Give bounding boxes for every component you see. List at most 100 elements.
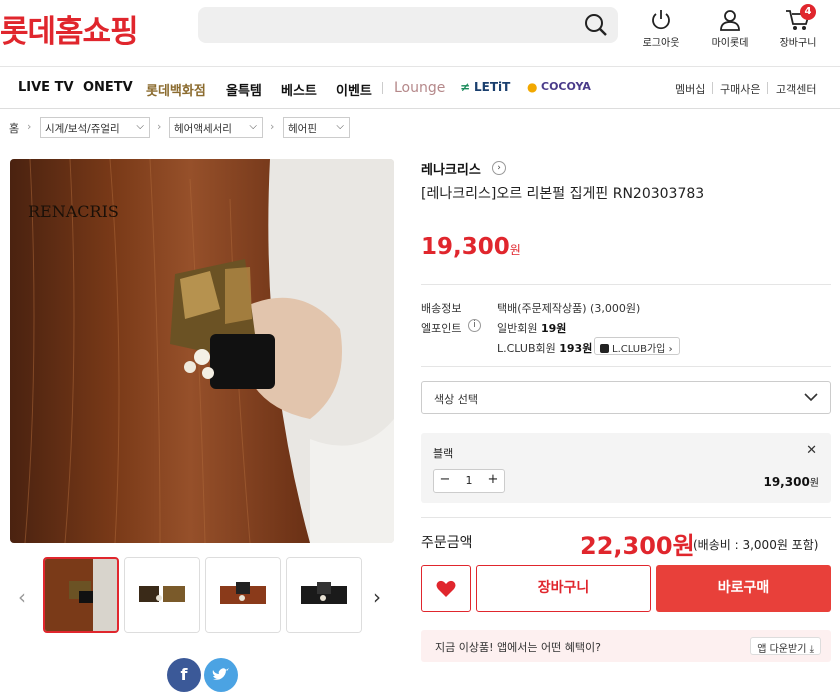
- divider: [421, 366, 831, 367]
- points-general-label: 일반회원: [497, 322, 538, 335]
- main-nav: LIVE TV ONETV 롯데백화점 올특템 베스트 이벤트 Lounge L…: [0, 66, 840, 109]
- product-main-image[interactable]: RENACRIS: [10, 159, 394, 543]
- breadcrumb-home[interactable]: 홈: [9, 120, 19, 136]
- breadcrumb-category-2[interactable]: 헤어액세서리 ⌵: [169, 117, 263, 138]
- chevron-down-icon: ⌵: [249, 121, 257, 132]
- product-price: 19,300원: [421, 234, 521, 260]
- bird-icon: [212, 668, 229, 680]
- quantity-stepper[interactable]: − 1 +: [433, 469, 505, 493]
- option-price-value: 19,300: [763, 475, 810, 489]
- close-icon[interactable]: ✕: [806, 443, 817, 458]
- mylotte-button[interactable]: 마이롯데: [700, 8, 760, 49]
- color-select[interactable]: 색상 선택: [421, 381, 831, 414]
- shipping-label: 배송정보: [421, 302, 462, 315]
- app-promo-banner: 지금 이상품! 앱에서는 어떤 혜택이? 앱 다운받기 ⤓: [421, 630, 831, 662]
- search-input[interactable]: [198, 7, 618, 43]
- option-name: 블랙: [433, 447, 454, 460]
- search-icon[interactable]: [584, 13, 608, 37]
- chevron-right-icon: ›: [27, 120, 32, 133]
- breadcrumb-label: 시계/보석/쥬얼리: [45, 123, 120, 135]
- points-general: 일반회원 19원: [497, 320, 566, 336]
- product-thumbnail[interactable]: [124, 557, 200, 633]
- points-lclub: L.CLUB회원 193원: [497, 340, 592, 356]
- cocoya-icon: ●: [527, 80, 538, 94]
- nav-divider: [712, 82, 713, 94]
- chevron-right-icon[interactable]: ›: [492, 161, 506, 175]
- chevron-down-icon: ⌵: [336, 121, 344, 132]
- logout-label: 로그아웃: [642, 38, 680, 49]
- nav-special-items[interactable]: 올특템: [226, 80, 262, 99]
- watermark-logo: RENACRIS: [28, 202, 119, 221]
- logout-button[interactable]: 로그아웃: [631, 8, 691, 49]
- product-photo: RENACRIS: [10, 159, 394, 543]
- thumbnail-image: [125, 558, 199, 632]
- breadcrumb-label: 헤어액세서리: [174, 123, 232, 135]
- points-label: 엘포인트: [421, 322, 462, 335]
- twitter-share-icon[interactable]: [204, 658, 238, 692]
- add-to-cart-button[interactable]: 장바구니: [476, 565, 651, 612]
- product-thumbnail[interactable]: [286, 557, 362, 633]
- nav-lounge[interactable]: Lounge: [394, 80, 445, 96]
- divider: [421, 517, 831, 518]
- color-select-label: 색상 선택: [434, 393, 478, 406]
- divider: [421, 284, 831, 285]
- breadcrumb-category-1[interactable]: 시계/보석/쥬얼리 ⌵: [40, 117, 150, 138]
- product-brand[interactable]: 레나크리스: [421, 159, 481, 178]
- power-icon: [652, 10, 670, 30]
- chevron-down-icon: ⌵: [136, 121, 144, 132]
- quantity-value[interactable]: 1: [458, 474, 480, 487]
- product-thumbnail[interactable]: [205, 557, 281, 633]
- header: 롯데홈쇼핑 로그아웃 마이롯데 4 장바구니: [0, 0, 840, 66]
- site-logo[interactable]: 롯데홈쇼핑: [0, 6, 139, 51]
- nav-best[interactable]: 베스트: [281, 80, 317, 99]
- price-value: 19,300: [421, 234, 510, 260]
- chevron-right-icon: ›: [270, 120, 275, 133]
- wishlist-button[interactable]: [421, 565, 471, 612]
- option-price-unit: 원: [809, 478, 819, 489]
- facebook-share-icon[interactable]: f: [167, 658, 201, 692]
- total-price: 22,300원: [580, 532, 695, 560]
- price-unit: 원: [509, 243, 521, 257]
- breadcrumb-label: 헤어핀: [288, 123, 317, 135]
- info-icon[interactable]: i: [468, 319, 481, 332]
- nav-purchase-gift[interactable]: 구매사은: [720, 81, 760, 97]
- product-thumbnail[interactable]: [43, 557, 119, 633]
- nav-event[interactable]: 이벤트: [336, 80, 372, 99]
- nav-lotte-dept[interactable]: 롯데백화점: [146, 80, 206, 99]
- shipping-value: 택배(주문제작상품) (3,000원): [497, 302, 641, 315]
- buy-now-button[interactable]: 바로구매: [656, 565, 831, 612]
- nav-customer-center[interactable]: 고객센터: [776, 81, 816, 97]
- minus-icon[interactable]: −: [434, 472, 456, 487]
- points-general-value: 19원: [540, 322, 567, 335]
- product-title: [레나크리스]오르 리본펄 집게핀 RN20303783: [421, 186, 705, 202]
- lclub-join-button[interactable]: L.CLUB가입 ›: [594, 337, 680, 355]
- letit-icon: ≠: [460, 80, 471, 94]
- option-price: 19,300원: [763, 474, 819, 489]
- total-label: 주문금액: [421, 535, 473, 551]
- mylotte-label: 마이롯데: [711, 38, 749, 49]
- nav-membership[interactable]: 멤버십: [675, 81, 705, 97]
- nav-divider: [382, 82, 383, 94]
- thumbnail-image: [45, 559, 117, 631]
- shipping-note: (배송비 : 3,000원 포함): [693, 538, 819, 552]
- selected-option: 블랙 ✕ − 1 + 19,300원: [421, 433, 831, 503]
- points-lclub-value: 193원: [559, 342, 593, 355]
- lclub-join-label: L.CLUB가입: [612, 344, 666, 355]
- points-lclub-label: L.CLUB회원: [497, 342, 556, 355]
- heart-icon: [436, 580, 456, 597]
- thumbnail-image: [287, 558, 361, 632]
- cart-button[interactable]: 4 장바구니: [768, 4, 828, 49]
- user-icon: [720, 10, 740, 31]
- chevron-down-icon: [804, 393, 818, 402]
- nav-onetv[interactable]: ONETV: [83, 80, 133, 95]
- thumbnail-image: [206, 558, 280, 632]
- cart-count-badge: 4: [800, 4, 816, 20]
- nav-live-tv[interactable]: LIVE TV: [18, 80, 74, 95]
- nav-cocoya[interactable]: COCOYA: [541, 80, 591, 93]
- app-download-button[interactable]: 앱 다운받기 ⤓: [750, 637, 821, 655]
- breadcrumb-category-3[interactable]: 헤어핀 ⌵: [283, 117, 350, 138]
- plus-icon[interactable]: +: [482, 472, 504, 487]
- nav-letit[interactable]: LETiT: [474, 80, 510, 94]
- thumb-prev-arrow[interactable]: ‹: [18, 585, 26, 609]
- thumb-next-arrow[interactable]: ›: [373, 585, 381, 609]
